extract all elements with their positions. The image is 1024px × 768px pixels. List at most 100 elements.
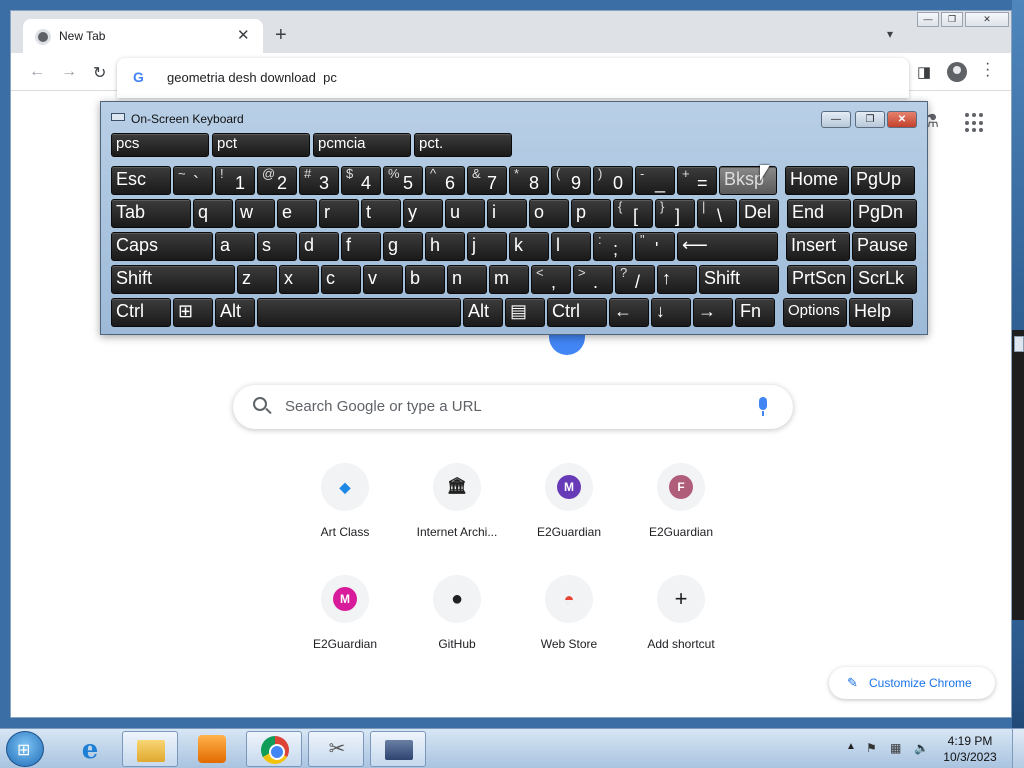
osk-key[interactable]: - _ [635,166,675,195]
search-input[interactable]: Search Google or type a URL [285,398,482,415]
osk-key[interactable]: ScrLk [853,265,917,294]
osk-key[interactable]: h [425,232,465,261]
osk-key[interactable]: Insert [786,232,850,261]
volume-muted-icon[interactable]: 🔈 [914,741,930,757]
network-icon[interactable]: ▦ [890,741,906,757]
osk-key[interactable]: Fn [735,298,775,327]
osk-key[interactable]: | \ [697,199,737,228]
osk-key[interactable]: ⊞ [173,298,213,327]
taskbar-internet-explorer[interactable]: e [62,731,118,767]
tab-close-icon[interactable]: ✕ [237,26,250,44]
osk-key[interactable]: Alt [463,298,503,327]
apps-grid-icon[interactable] [965,113,985,133]
prediction-suggestion[interactable]: pcmcia [313,133,411,157]
back-arrow-icon[interactable]: ← [29,63,45,81]
osk-key[interactable]: Alt [215,298,255,327]
shortcut-tile[interactable]: ◆ Art Class [289,463,401,563]
osk-key[interactable]: n [447,265,487,294]
osk-key[interactable]: {[ [613,199,653,228]
menu-dots-icon[interactable]: · · · [985,56,990,84]
osk-key[interactable]: x [279,265,319,294]
osk-key[interactable]: Tab [111,199,191,228]
osk-key[interactable]: End [787,199,851,228]
osk-key[interactable]: #3 [299,166,339,195]
osk-key[interactable]: <, [531,265,571,294]
osk-key[interactable]: Shift [111,265,235,294]
osk-key[interactable]: → [693,298,733,327]
osk-key[interactable]: Del [739,199,779,228]
osk-key[interactable]: :; [593,232,633,261]
osk-key[interactable]: Pause [852,232,916,261]
osk-key[interactable]: ^ 6 [425,166,465,195]
osk-key[interactable]: Ctrl [111,298,171,327]
osk-key[interactable]: $4 [341,166,381,195]
osk-key[interactable]: w [235,199,275,228]
shortcut-tile[interactable]: F E2Guardian [625,463,737,563]
osk-key[interactable]: " ' [635,232,675,261]
osk-key[interactable]: Ctrl [547,298,607,327]
osk-key[interactable]: @2 [257,166,297,195]
shortcut-tile[interactable]: ● GitHub [401,575,513,675]
osk-key[interactable]: Help [849,298,913,327]
omnibox-input[interactable]: geometria desh download pc [167,70,337,85]
osk-minimize-button[interactable]: — [821,111,851,128]
osk-key[interactable]: t [361,199,401,228]
shortcut-tile[interactable]: M E2Guardian [289,575,401,675]
osk-key[interactable]: ~ ` [173,166,213,195]
reload-icon[interactable]: ↻ [93,63,106,83]
osk-key[interactable]: }] [655,199,695,228]
customize-chrome-button[interactable]: ✎ Customize Chrome [829,667,995,699]
osk-key[interactable]: Home [785,166,849,195]
osk-key[interactable]: ↓ [651,298,691,327]
osk-key[interactable]: >. [573,265,613,294]
clock-date[interactable]: 10/3/2023 [940,750,1000,764]
osk-key[interactable]: p [571,199,611,228]
osk-key[interactable]: PgUp [851,166,915,195]
osk-key[interactable]: ? / [615,265,655,294]
osk-key[interactable]: q [193,199,233,228]
side-panel-icon[interactable]: ◨ [917,63,931,81]
omnibox[interactable]: G geometria desh download pc [117,58,909,98]
prediction-suggestion[interactable]: pct [212,133,310,157]
add-shortcut-tile[interactable]: + Add shortcut [625,575,737,675]
osk-key[interactable]: g [383,232,423,261]
osk-key[interactable] [257,298,461,327]
taskbar-media-player[interactable] [184,731,240,767]
taskbar-chrome[interactable] [246,731,302,767]
osk-key[interactable]: ! 1 [215,166,255,195]
osk-key[interactable]: u [445,199,485,228]
osk-key[interactable]: r [319,199,359,228]
osk-close-button[interactable]: ✕ [887,111,917,128]
osk-key[interactable]: j [467,232,507,261]
profile-avatar-icon[interactable] [947,62,967,82]
osk-key[interactable]: & 7 [467,166,507,195]
shortcut-tile[interactable]: 🏛 Internet Archi... [401,463,513,563]
taskbar-on-screen-keyboard[interactable] [370,731,426,767]
osk-key[interactable]: ▤ [505,298,545,327]
osk-key[interactable]: (9 [551,166,591,195]
prediction-suggestion[interactable]: pct. [414,133,512,157]
osk-key[interactable]: ⟵ [677,232,778,261]
close-window-button[interactable]: ✕ [965,12,1009,27]
start-button[interactable]: ⊞ [6,731,44,767]
osk-key[interactable]: z [237,265,277,294]
osk-key[interactable]: c [321,265,361,294]
new-tab-button[interactable]: + [275,25,287,45]
osk-key[interactable]: k [509,232,549,261]
osk-maximize-button[interactable]: ❐ [855,111,885,128]
forward-arrow-icon[interactable]: → [61,63,77,81]
show-desktop-button[interactable] [1012,729,1024,768]
microphone-icon[interactable] [759,397,767,416]
osk-key[interactable]: + = [677,166,717,195]
osk-key[interactable]: Options [783,298,847,327]
osk-key[interactable]: i [487,199,527,228]
shortcut-tile[interactable]: ◓ Web Store [513,575,625,675]
prediction-suggestion[interactable]: pcs [111,133,209,157]
osk-key[interactable]: % 5 [383,166,423,195]
osk-key[interactable]: l [551,232,591,261]
osk-key[interactable]: b [405,265,445,294]
taskbar-file-explorer[interactable] [122,731,178,767]
tray-expand-icon[interactable]: ▲ [846,741,856,752]
clock-time[interactable]: 4:19 PM [940,734,1000,748]
osk-key[interactable]: v [363,265,403,294]
